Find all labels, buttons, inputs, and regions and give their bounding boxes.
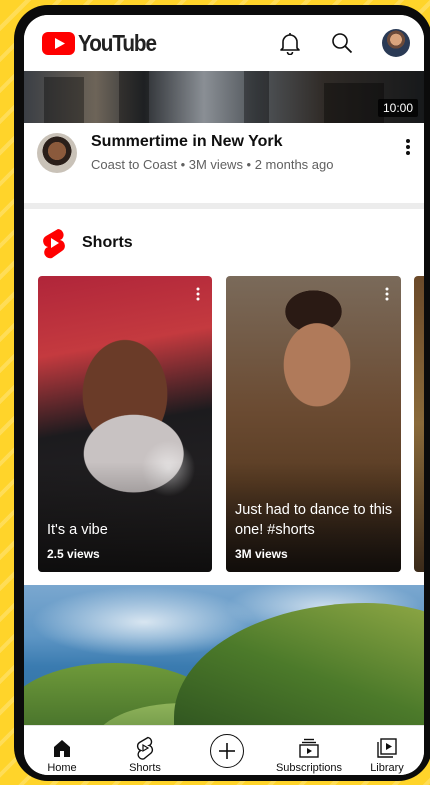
more-vert-icon[interactable] xyxy=(192,286,204,302)
thumb-building xyxy=(44,77,84,123)
bell-icon[interactable] xyxy=(278,31,302,55)
more-vert-icon[interactable] xyxy=(381,286,393,302)
short-card[interactable]: It's a vibe 2.5 views xyxy=(38,276,212,572)
top-app-bar: YouTube xyxy=(24,15,424,71)
app-screen: YouTube 10:00 Summertime in New York Coa… xyxy=(24,15,424,775)
bottom-navigation: Home Shorts Subscriptions Library xyxy=(24,725,424,775)
shorts-shelf-title: Shorts xyxy=(82,234,133,251)
shorts-icon xyxy=(133,736,157,760)
shorts-logo-icon xyxy=(43,229,65,259)
short-card-partial[interactable] xyxy=(414,276,424,572)
video-meta: Coast to Coast • 3M views • 2 months ago xyxy=(91,157,334,172)
short-views: 2.5 views xyxy=(47,547,100,561)
short-title: Just had to dance to this one! #shorts xyxy=(235,502,393,538)
nav-label: Subscriptions xyxy=(275,762,343,774)
video-thumbnail[interactable] xyxy=(24,585,424,733)
thumb-building xyxy=(244,71,269,123)
shorts-shelf-header: Shorts xyxy=(24,225,424,261)
youtube-logo-icon xyxy=(42,31,75,55)
thumb-building xyxy=(324,83,384,123)
section-divider xyxy=(24,203,424,209)
thumb-hill xyxy=(174,603,424,733)
nav-item-library[interactable]: Library xyxy=(364,726,410,775)
phone-frame: YouTube 10:00 Summertime in New York Coa… xyxy=(14,5,430,781)
video-thumbnail[interactable]: 10:00 xyxy=(24,71,424,123)
video-info-row[interactable]: Summertime in New York Coast to Coast • … xyxy=(24,123,424,207)
more-vert-icon[interactable] xyxy=(398,137,418,157)
account-avatar[interactable] xyxy=(382,29,410,57)
thumb-building xyxy=(119,71,149,123)
create-plus-icon xyxy=(210,734,244,768)
home-icon xyxy=(50,736,74,760)
nav-label: Shorts xyxy=(129,762,161,774)
subscriptions-icon xyxy=(297,736,321,760)
nav-item-subscriptions[interactable]: Subscriptions xyxy=(272,726,346,775)
short-title: It's a vibe xyxy=(47,522,108,538)
logo-wordmark: YouTube xyxy=(78,29,157,56)
nav-item-shorts[interactable]: Shorts xyxy=(123,726,167,775)
short-card[interactable]: Just had to dance to this one! #shorts 3… xyxy=(226,276,401,572)
video-duration-badge: 10:00 xyxy=(377,99,418,117)
channel-avatar[interactable] xyxy=(37,133,77,173)
short-views: 3M views xyxy=(235,547,288,561)
search-icon[interactable] xyxy=(330,31,354,55)
nav-item-create[interactable] xyxy=(208,726,246,775)
library-icon xyxy=(375,736,399,760)
video-title[interactable]: Summertime in New York xyxy=(91,133,282,151)
nav-label: Library xyxy=(370,762,404,774)
youtube-logo[interactable]: YouTube xyxy=(42,30,165,57)
nav-item-home[interactable]: Home xyxy=(40,726,84,775)
nav-label: Home xyxy=(47,762,77,774)
